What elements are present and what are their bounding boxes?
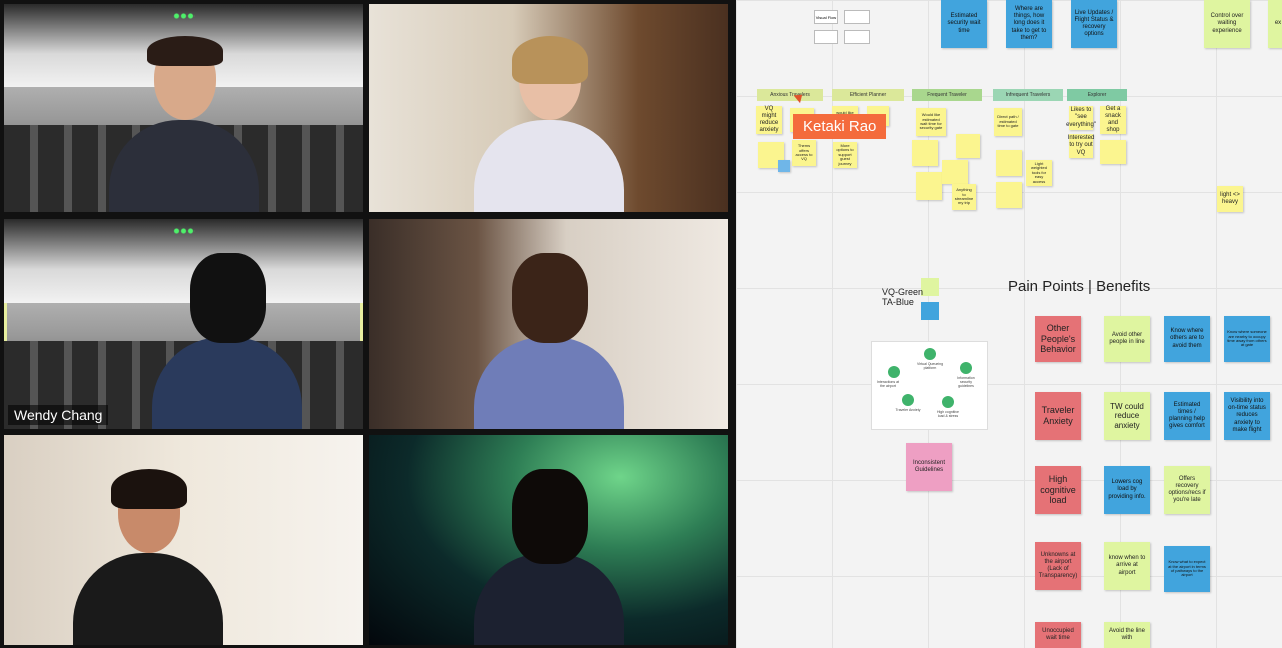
vq-benefit-note[interactable]: TW could reduce anxiety [1104, 392, 1150, 440]
screen: Wendy Chang Visual Flow Estimated securi… [0, 0, 1282, 648]
participant-name-label: Wendy Chang [8, 405, 109, 425]
sticky-note[interactable]: More options to support guest journey [833, 142, 857, 168]
pain-point-note[interactable]: Other People's Behavior [1035, 316, 1081, 362]
diagram-label: Interactions at the airport [877, 380, 899, 388]
legend-swatch-green [921, 278, 939, 296]
sticky-note-inconsistent-guidelines[interactable]: Inconsistent Guidelines [906, 443, 952, 491]
diagram-node-icon [960, 362, 972, 374]
participant-figure [473, 36, 624, 212]
pain-point-note[interactable]: Unknowns at the airport (Lack of Transpa… [1035, 542, 1081, 590]
ta-benefit-note[interactable]: Visibility into on-time status reduces a… [1224, 392, 1270, 440]
ta-benefit-note[interactable]: Lowers cog load by providing info. [1104, 466, 1150, 514]
diagram-label: Information security guidelines [957, 376, 975, 388]
sticky-note[interactable]: Thems offers access to VQ [792, 140, 816, 166]
vq-benefit-note[interactable]: Avoid other people in line [1104, 316, 1150, 362]
journey-diagram[interactable]: Virtual Queueing platform Information se… [871, 341, 988, 430]
cluster-header[interactable]: Efficient Planner [832, 89, 904, 101]
board-frame[interactable] [844, 30, 870, 44]
sticky-note[interactable] [912, 140, 938, 166]
diagram-label: High cognitive load & stress [937, 410, 959, 418]
board-frame[interactable] [844, 10, 870, 24]
sticky-note[interactable]: Live Updates / Flight Status & recovery … [1071, 0, 1117, 48]
vq-benefit-note[interactable]: Avoid the line with [1104, 622, 1150, 648]
diagram-label: Virtual Queueing platform [917, 362, 944, 370]
sticky-note[interactable] [916, 172, 942, 200]
sticky-note[interactable]: Light weighted tools for easy access [1026, 160, 1052, 186]
pain-point-note[interactable]: Unoccupied wait time [1035, 622, 1081, 648]
diagram-node-icon [902, 394, 914, 406]
cluster-header[interactable]: Infrequent Travelers [993, 89, 1063, 101]
collaborator-cursor-label: Ketaki Rao [793, 114, 887, 139]
sticky-note[interactable] [942, 160, 968, 184]
sticky-note[interactable]: Get a snack and shop [1100, 106, 1126, 134]
sticky-note[interactable]: Likes to "see everything" [1066, 106, 1096, 130]
sticky-note[interactable] [778, 160, 790, 172]
cabin-light [172, 228, 195, 234]
vq-benefit-note[interactable]: Offers recovery options/recs if you're l… [1164, 466, 1210, 514]
diagram-node-icon [888, 366, 900, 378]
sticky-note[interactable] [996, 150, 1022, 176]
cabin-light [172, 13, 195, 19]
sticky-note[interactable] [1100, 140, 1126, 164]
section-title: Pain Points | Benefits [1008, 278, 1151, 295]
participant-figure [473, 469, 624, 645]
vq-benefit-note[interactable]: know when to arrive at airport [1104, 542, 1150, 590]
sticky-note[interactable]: Would like estimated wait time for secur… [916, 108, 946, 136]
cluster-header[interactable]: Explorer [1067, 89, 1127, 101]
ta-benefit-note[interactable]: Estimated times / planning help gives co… [1164, 392, 1210, 440]
ta-benefit-note[interactable]: Know what to expect at the airport in te… [1164, 546, 1210, 592]
sticky-note[interactable]: VQ might reduce anxiety [756, 106, 782, 134]
pain-point-note[interactable]: Traveler Anxiety [1035, 392, 1081, 440]
video-tile-participant-1[interactable] [4, 4, 363, 212]
cluster-header[interactable]: Frequent Traveler [912, 89, 982, 101]
sticky-note[interactable]: Where are things, how long does it take … [1006, 0, 1052, 48]
video-tile-participant-4[interactable] [369, 219, 728, 429]
sticky-note[interactable]: Direct path / estimated time to gate [994, 108, 1022, 136]
sticky-note[interactable] [956, 134, 980, 158]
sticky-note[interactable]: Interested to try out VQ [1068, 134, 1094, 158]
participant-figure [473, 253, 624, 429]
sticky-note[interactable]: ex [1268, 0, 1282, 48]
pain-point-note[interactable]: High cognitive load [1035, 466, 1081, 514]
sticky-note[interactable]: Anything to streamline my trip [952, 184, 976, 210]
ta-benefit-note[interactable]: Know where someone are nearby to occupy … [1224, 316, 1270, 362]
diagram-node-icon [942, 396, 954, 408]
participant-figure [151, 253, 302, 429]
legend-label-blue: TA-Blue [882, 297, 914, 307]
sticky-note[interactable]: light <> heavy [1217, 186, 1243, 212]
video-tile-participant-2[interactable] [369, 4, 728, 212]
legend-swatch-blue [921, 302, 939, 320]
sticky-note[interactable]: Control over waiting experience [1204, 0, 1250, 48]
cluster-header[interactable]: Anxious Travelers [757, 89, 823, 101]
video-tile-participant-5[interactable] [4, 435, 363, 645]
sticky-note[interactable] [996, 182, 1022, 208]
video-tile-participant-3-active-speaker[interactable]: Wendy Chang [4, 219, 363, 429]
whiteboard-canvas[interactable]: Visual Flow Estimated security wait time… [736, 0, 1282, 648]
diagram-label: Traveler Anxiety [895, 408, 921, 412]
diagram-node-icon [924, 348, 936, 360]
video-tile-participant-6[interactable] [369, 435, 728, 645]
sticky-note[interactable]: Estimated security wait time [941, 0, 987, 48]
participant-figure [108, 36, 259, 212]
board-frame[interactable]: Visual Flow [814, 10, 838, 24]
ta-benefit-note[interactable]: Know where others are to avoid them [1164, 316, 1210, 362]
board-frame[interactable] [814, 30, 838, 44]
legend-label-green: VQ-Green [882, 287, 924, 297]
video-gallery: Wendy Chang [0, 0, 736, 648]
participant-figure [72, 469, 223, 645]
